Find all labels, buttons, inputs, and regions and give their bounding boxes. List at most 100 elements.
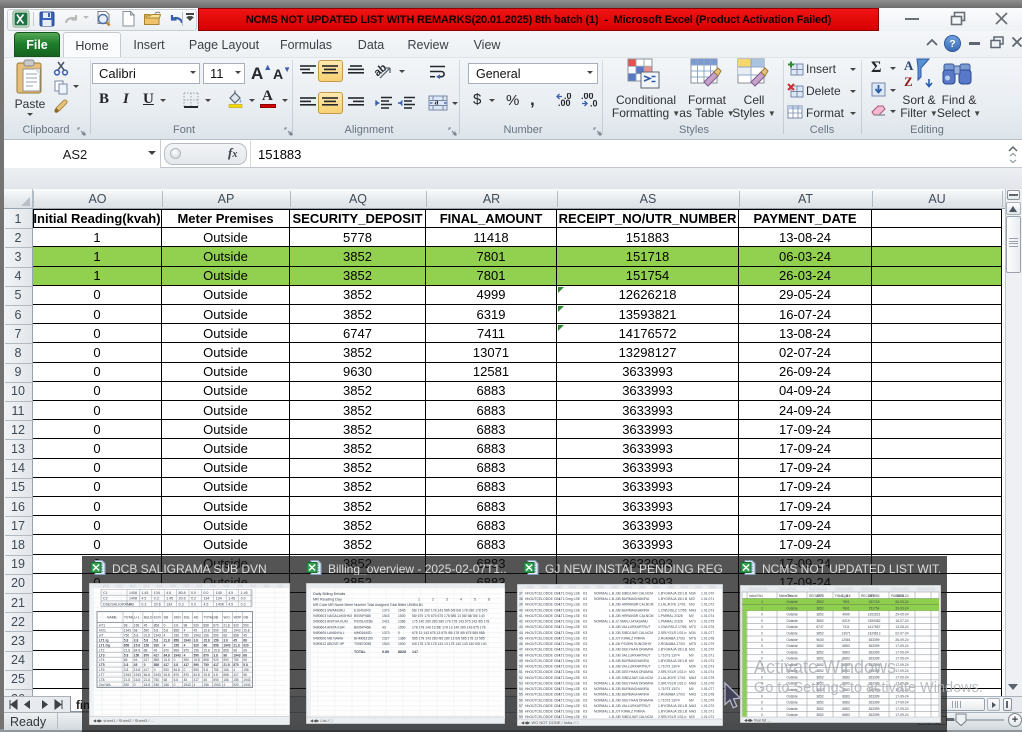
svg-text:K3: K3 xyxy=(583,675,587,679)
svg-text:1.01.079: 1.01.079 xyxy=(701,642,714,646)
svg-text:HhOUTCELODDE CB4: HhOUTCELODDE CB4 xyxy=(525,664,561,668)
svg-text:0.0: 0.0 xyxy=(203,591,208,595)
svg-text:K3: K3 xyxy=(583,630,587,634)
svg-text:17-09-24: 17-09-24 xyxy=(895,700,908,704)
svg-text:L.B.JJB VALLURKARTRUT: L.B.JJB VALLURKARTRUT xyxy=(609,653,651,657)
svg-text:15.8: 15.8 xyxy=(204,648,210,652)
svg-text:HhOUTCELODDE CB4: HhOUTCELODDE CB4 xyxy=(525,636,561,640)
svg-text:6: 6 xyxy=(488,598,490,602)
svg-text:53: 53 xyxy=(519,681,523,685)
svg-text:06-03-24: 06-03-24 xyxy=(895,600,908,604)
svg-text:LT1 Dmg LSE: LT1 Dmg LSE xyxy=(559,614,581,618)
svg-text:2421: 2421 xyxy=(382,620,390,624)
svg-text:3852: 3852 xyxy=(816,650,824,654)
svg-text:363399: 363399 xyxy=(868,637,879,641)
svg-text:0: 0 xyxy=(184,668,186,672)
svg-text:45: 45 xyxy=(204,678,208,682)
svg-text:9490603 ANITHA KUM: 9490603 ANITHA KUM xyxy=(313,620,348,624)
svg-text:0.0: 0.0 xyxy=(241,597,246,601)
svg-text:K3: K3 xyxy=(583,636,587,640)
svg-text:4: 4 xyxy=(233,668,235,672)
svg-text:1943: 1943 xyxy=(134,673,141,677)
svg-text:68: 68 xyxy=(223,633,227,637)
svg-text:5.8: 5.8 xyxy=(124,653,129,657)
svg-text:1386: 1386 xyxy=(398,620,406,624)
svg-text:3852: 3852 xyxy=(816,644,824,648)
svg-text:3.8: 3.8 xyxy=(223,638,228,642)
svg-text:K3: K3 xyxy=(583,703,587,707)
svg-text:84.8: 84.8 xyxy=(144,673,150,677)
svg-text:C1: C1 xyxy=(103,591,108,595)
svg-text:K3: K3 xyxy=(583,670,587,674)
svg-text:1.01.071: 1.01.071 xyxy=(701,709,714,713)
svg-text:K3: K3 xyxy=(583,664,587,668)
svg-text:1: 1 xyxy=(761,600,763,604)
svg-text:41: 41 xyxy=(519,614,523,618)
svg-text:HhOUTCELODDE CB4: HhOUTCELODDE CB4 xyxy=(525,709,561,713)
svg-text:MA3: MA3 xyxy=(689,608,696,612)
svg-text:0: 0 xyxy=(144,663,146,667)
svg-text:26-03-24: 26-03-24 xyxy=(895,606,908,610)
svg-text:LT1 Dmg LSE: LT1 Dmg LSE xyxy=(559,664,581,668)
svg-text:178 178 140 13 58/ 178 13 140: 178 178 140 13 58/ 178 13 140 280 143 67… xyxy=(412,625,486,629)
svg-text:LT4: LT4 xyxy=(99,658,105,662)
svg-text:LT1 Dmg LSE: LT1 Dmg LSE xyxy=(559,687,581,691)
svg-text:9.89: 9.89 xyxy=(382,650,389,654)
svg-text:45: 45 xyxy=(144,624,148,628)
svg-text:LT1 Dmg LSE: LT1 Dmg LSE xyxy=(559,625,581,629)
svg-text:3852: 3852 xyxy=(816,606,824,610)
svg-text:5.8: 5.8 xyxy=(154,638,159,642)
svg-text:5.8: 5.8 xyxy=(154,629,159,633)
svg-text:858: 858 xyxy=(124,643,130,647)
svg-text:98: 98 xyxy=(223,653,227,657)
svg-text:37: 37 xyxy=(519,591,523,595)
svg-text:3852: 3852 xyxy=(816,700,824,704)
svg-text:0: 0 xyxy=(761,612,763,616)
svg-text:M//: M// xyxy=(689,698,694,702)
svg-text:0: 0 xyxy=(761,625,763,629)
svg-text:13071: 13071 xyxy=(841,631,850,635)
svg-text:L.B.JJB BURMAGHAKIRA: L.B.JJB BURMAGHAKIRA xyxy=(609,597,650,601)
svg-text:1.01.075: 1.01.075 xyxy=(701,619,714,623)
svg-text:HT: HT xyxy=(99,633,103,637)
svg-text:M/3: M/3 xyxy=(689,647,695,651)
svg-text:750: 750 xyxy=(204,663,210,667)
svg-text:K3: K3 xyxy=(583,647,587,651)
svg-text:1.01.070: 1.01.070 xyxy=(701,703,714,707)
svg-text:920: 920 xyxy=(154,643,160,647)
svg-text:HhOUTCELODDE CB4: HhOUTCELODDE CB4 xyxy=(525,681,561,685)
svg-text:0.0: 0.0 xyxy=(129,602,134,606)
svg-text:156: 156 xyxy=(134,624,140,628)
svg-text:17-09-24: 17-09-24 xyxy=(895,706,908,710)
svg-text:84.8: 84.8 xyxy=(164,653,170,657)
svg-text:9490612 ABOVE HP: 9490612 ABOVE HP xyxy=(313,642,345,646)
svg-text:.0: .0 xyxy=(564,93,572,101)
svg-text:HhOUTCELODDE CB4: HhOUTCELODDE CB4 xyxy=(525,591,561,595)
svg-text:HhOUTCELODDE CB4: HhOUTCELODDE CB4 xyxy=(525,653,561,657)
svg-text:1943: 1943 xyxy=(213,683,220,687)
svg-text:1.BYGRAJA 15/1.B: 1.BYGRAJA 15/1.B xyxy=(658,658,688,662)
svg-text:45: 45 xyxy=(519,636,523,640)
svg-text:1.01.076: 1.01.076 xyxy=(701,681,714,685)
svg-text:48: 48 xyxy=(519,653,523,657)
svg-text:7801: 7801 xyxy=(842,600,850,604)
svg-text:6883: 6883 xyxy=(842,713,850,717)
svg-text:4: 4 xyxy=(194,683,196,687)
svg-text:M/3: M/3 xyxy=(689,597,695,601)
svg-text:156: 156 xyxy=(204,683,210,687)
svg-text:LT1 Dmg LSE: LT1 Dmg LSE xyxy=(559,658,581,662)
svg-text:21.8: 21.8 xyxy=(164,638,170,642)
svg-text:LT1 Dmg LSE: LT1 Dmg LSE xyxy=(559,670,581,674)
svg-text:1.01.077: 1.01.077 xyxy=(701,687,714,691)
svg-text:1.45: 1.45 xyxy=(241,591,248,595)
svg-text:1.01.076: 1.01.076 xyxy=(701,625,714,629)
svg-text:5.8: 5.8 xyxy=(134,633,139,637)
svg-text:0.3: 0.3 xyxy=(154,597,159,601)
svg-text:2.LALJKIYE 17/01: 2.LALJKIYE 17/01 xyxy=(658,675,686,679)
svg-text:2.LALJKIYE 17/01: 2.LALJKIYE 17/01 xyxy=(658,602,686,606)
svg-text:15.8: 15.8 xyxy=(134,643,140,647)
svg-text:590: 590 xyxy=(213,633,219,637)
svg-text:9630: 9630 xyxy=(816,637,824,641)
svg-text:1.71073 13/74: 1.71073 13/74 xyxy=(658,653,680,657)
svg-text:3852: 3852 xyxy=(816,713,824,717)
